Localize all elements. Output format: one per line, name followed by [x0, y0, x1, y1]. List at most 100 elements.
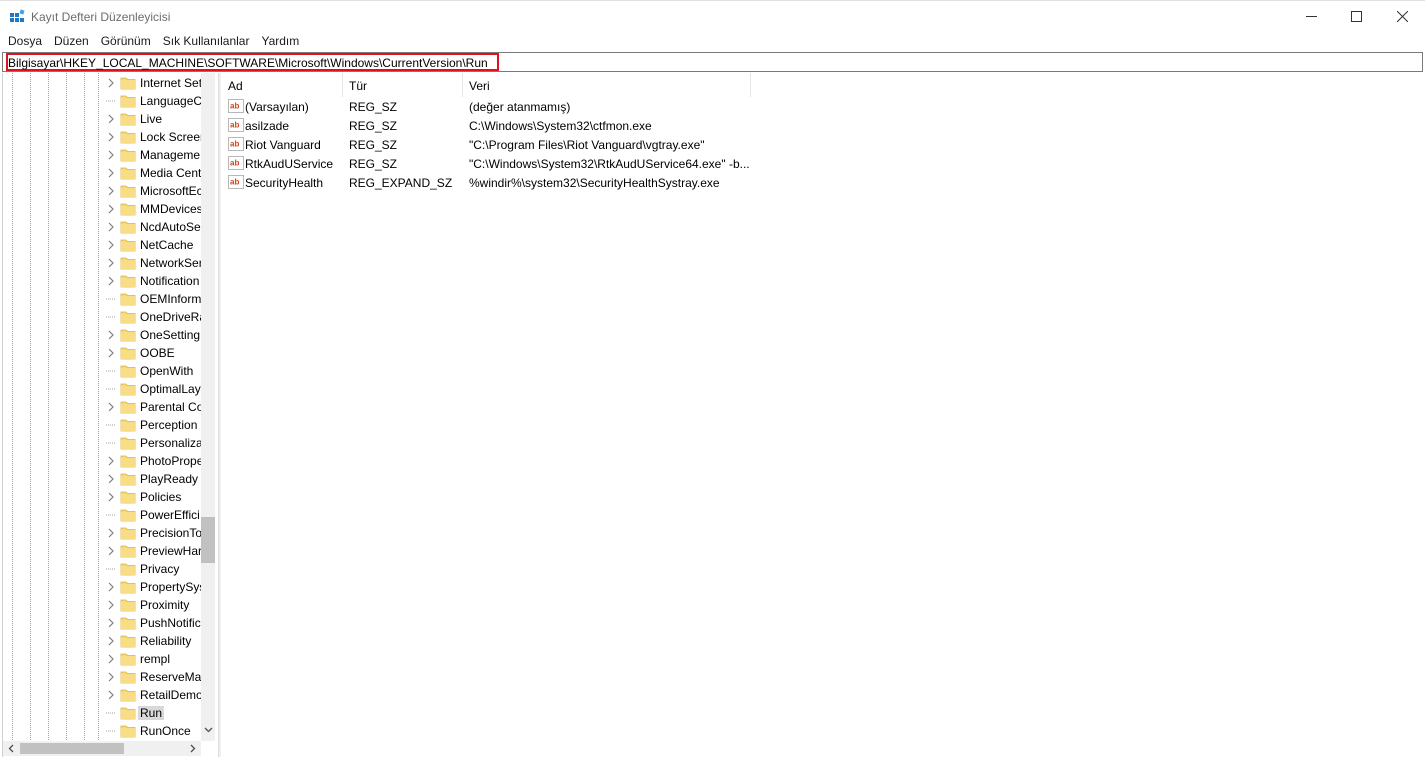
tree-item[interactable]: Parental Co: [3, 398, 203, 416]
tree-item[interactable]: OneSetting: [3, 326, 203, 344]
scroll-down-icon[interactable]: [204, 725, 213, 734]
chevron-right-icon[interactable]: [106, 654, 116, 664]
tree-item[interactable]: PhotoPrope: [3, 452, 203, 470]
tree-item-label: rempl: [140, 652, 171, 666]
value-row[interactable]: ab SecurityHealth REG_EXPAND_SZ %windir%\sy…: [222, 173, 782, 192]
chevron-right-icon[interactable]: [106, 546, 116, 556]
chevron-right-icon[interactable]: [106, 186, 116, 196]
tree-item[interactable]: Live: [3, 110, 203, 128]
menu-dosya[interactable]: Dosya: [2, 31, 48, 51]
tree-item[interactable]: MMDevices: [3, 200, 203, 218]
tree-item-label: RetailDemo: [140, 688, 202, 702]
chevron-right-icon[interactable]: [106, 672, 116, 682]
address-bar[interactable]: Bilgisayar\HKEY_LOCAL_MACHINE\SOFTWARE\M…: [2, 52, 1423, 72]
chevron-right-icon[interactable]: [106, 78, 116, 88]
window-title: Kayıt Defteri Düzenleyicisi: [31, 10, 171, 24]
chevron-right-icon[interactable]: [106, 600, 116, 610]
minimize-button[interactable]: [1288, 1, 1334, 32]
tree-item[interactable]: Policies: [3, 488, 203, 506]
tree-item[interactable]: ReserveMar: [3, 668, 203, 686]
chevron-right-icon[interactable]: [106, 150, 116, 160]
value-row[interactable]: ab asilzade REG_SZ C:\Windows\System32\ctfm…: [222, 116, 782, 135]
chevron-right-icon[interactable]: [106, 258, 116, 268]
maximize-button[interactable]: [1333, 1, 1379, 32]
chevron-right-icon[interactable]: [106, 582, 116, 592]
scroll-left-icon[interactable]: [7, 744, 16, 753]
column-headers: Ad Tür Veri: [222, 73, 1425, 97]
chevron-right-icon[interactable]: [106, 114, 116, 124]
tree-item[interactable]: OneDriveRa: [3, 308, 203, 326]
tree-item[interactable]: Proximity: [3, 596, 203, 614]
tree-item[interactable]: rempl: [3, 650, 203, 668]
chevron-right-icon[interactable]: [106, 618, 116, 628]
chevron-right-icon[interactable]: [106, 492, 116, 502]
chevron-right-icon[interactable]: [106, 636, 116, 646]
value-row[interactable]: ab Riot Vanguard REG_SZ "C:\Program Files\R…: [222, 135, 782, 154]
tree-item[interactable]: PlayReady: [3, 470, 203, 488]
chevron-right-icon[interactable]: [106, 456, 116, 466]
tree-item[interactable]: PreviewHar: [3, 542, 203, 560]
value-row[interactable]: ab (Varsayılan) REG_SZ (değer atanmamış): [222, 97, 782, 116]
column-header-data[interactable]: Veri: [463, 73, 751, 97]
tree-item[interactable]: PrecisionTo: [3, 524, 203, 542]
tree-item[interactable]: PropertySys: [3, 578, 203, 596]
tree-item[interactable]: OEMInform: [3, 290, 203, 308]
tree-item[interactable]: MicrosoftEc: [3, 182, 203, 200]
tree-item[interactable]: Privacy: [3, 560, 203, 578]
tree-item[interactable]: LanguageC: [3, 92, 203, 110]
key-tree-pane[interactable]: Internet Set LanguageC Live Lock Screer Mana…: [2, 73, 215, 757]
tree-vertical-scroll-thumb[interactable]: [201, 517, 215, 563]
chevron-right-icon[interactable]: [106, 168, 116, 178]
tree-item-label: OOBE: [140, 346, 175, 360]
scroll-right-icon[interactable]: [188, 744, 197, 753]
value-row[interactable]: ab RtkAudUService REG_SZ "C:\Windows\System…: [222, 154, 782, 173]
chevron-right-icon[interactable]: [106, 222, 116, 232]
chevron-right-icon[interactable]: [106, 132, 116, 142]
tree-item[interactable]: Manageme: [3, 146, 203, 164]
title-bar[interactable]: Kayıt Defteri Düzenleyicisi: [0, 0, 1425, 31]
tree-item[interactable]: Run: [3, 704, 203, 722]
menu-duzen[interactable]: Düzen: [48, 31, 95, 51]
tree-item[interactable]: OpenWith: [3, 362, 203, 380]
tree-horizontal-scrollbar[interactable]: [3, 741, 201, 756]
tree-item[interactable]: NetworkSer: [3, 254, 203, 272]
tree-horizontal-scroll-thumb[interactable]: [20, 743, 124, 754]
tree-item[interactable]: PushNotific: [3, 614, 203, 632]
tree-item-label: Parental Co: [140, 400, 202, 414]
maximize-icon: [1350, 11, 1362, 22]
chevron-right-icon[interactable]: [106, 240, 116, 250]
tree-item[interactable]: RetailDemo: [3, 686, 203, 704]
pane-splitter[interactable]: [218, 73, 221, 757]
tree-item[interactable]: NetCache: [3, 236, 203, 254]
tree-item[interactable]: Perception: [3, 416, 203, 434]
chevron-right-icon[interactable]: [106, 402, 116, 412]
close-button[interactable]: [1379, 1, 1425, 32]
values-list-pane[interactable]: Ad Tür Veri ab (Varsayılan) REG_SZ (değer a…: [222, 73, 1425, 757]
column-header-name[interactable]: Ad: [222, 73, 343, 97]
menu-sik-kullanilanlar[interactable]: Sık Kullanılanlar: [157, 31, 256, 51]
column-header-type[interactable]: Tür: [343, 73, 463, 97]
address-path[interactable]: Bilgisayar\HKEY_LOCAL_MACHINE\SOFTWARE\M…: [8, 56, 488, 70]
tree-item[interactable]: PowerEffici: [3, 506, 203, 524]
tree-item[interactable]: OptimalLay: [3, 380, 203, 398]
tree-item[interactable]: OOBE: [3, 344, 203, 362]
chevron-right-icon[interactable]: [106, 330, 116, 340]
chevron-right-icon[interactable]: [106, 348, 116, 358]
tree-item[interactable]: Internet Set: [3, 74, 203, 92]
tree-vertical-scrollbar[interactable]: [201, 73, 215, 741]
chevron-right-icon[interactable]: [106, 276, 116, 286]
tree-item[interactable]: Media Cent: [3, 164, 203, 182]
tree-item[interactable]: Lock Screer: [3, 128, 203, 146]
tree-item[interactable]: RunOnce: [3, 722, 203, 740]
tree-item[interactable]: NcdAutoSe: [3, 218, 203, 236]
tree-item[interactable]: Personaliza: [3, 434, 203, 452]
menu-gorunum[interactable]: Görünüm: [95, 31, 157, 51]
tree-item[interactable]: Notification: [3, 272, 203, 290]
chevron-right-icon[interactable]: [106, 474, 116, 484]
tree-item[interactable]: Reliability: [3, 632, 203, 650]
registry-editor-icon: [10, 9, 25, 22]
menu-yardim[interactable]: Yardım: [255, 31, 305, 51]
chevron-right-icon[interactable]: [106, 204, 116, 214]
chevron-right-icon[interactable]: [106, 690, 116, 700]
chevron-right-icon[interactable]: [106, 528, 116, 538]
